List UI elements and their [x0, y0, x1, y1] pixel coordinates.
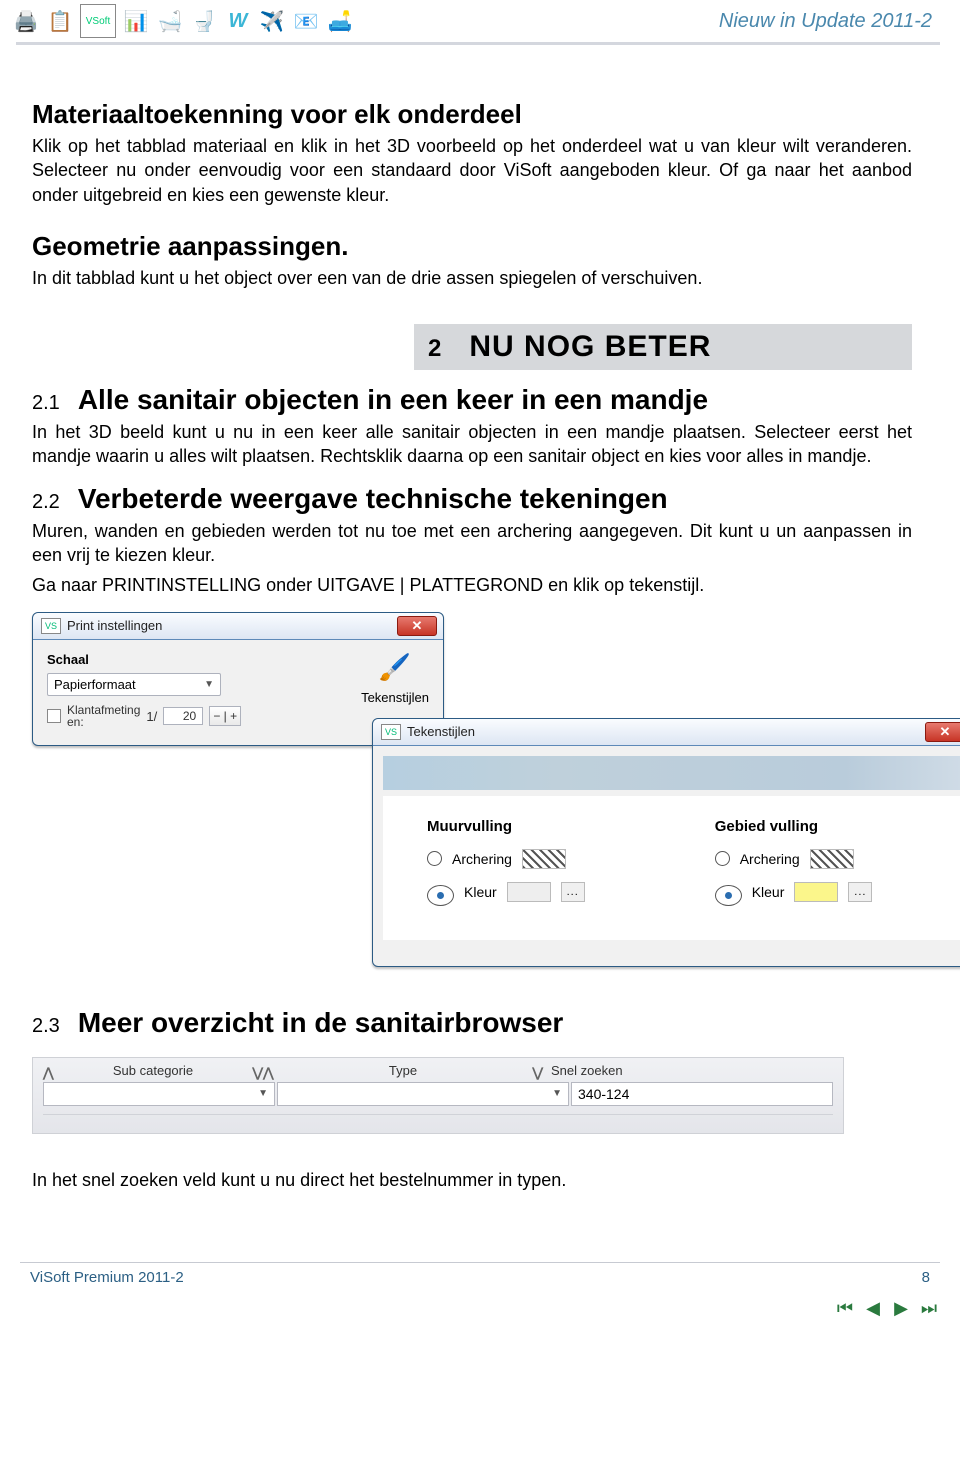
scale-stepper[interactable]: − | +	[209, 706, 241, 726]
nav-prev-icon[interactable]: ◀	[862, 1298, 884, 1318]
scale-value-input[interactable]: 20	[163, 707, 203, 725]
para-materiaal: Klik op het tabblad materiaal en klik in…	[32, 134, 912, 207]
checklist-icon: 📋	[46, 7, 74, 35]
chapter-title: NU NOG BETER	[469, 330, 711, 364]
heading-materiaal: Materiaaltoekenning voor elk onderdeel	[32, 99, 912, 130]
subsection-title: Verbeterde weergave technische tekeninge…	[78, 483, 668, 515]
para-geometrie: In dit tabblad kunt u het object over ee…	[32, 266, 912, 290]
type-select[interactable]: ▼	[277, 1082, 569, 1106]
lamp-icon: 🛋️	[326, 7, 354, 35]
snelzoeken-input[interactable]: 340-124	[571, 1082, 833, 1106]
hatch-swatch	[810, 849, 854, 869]
chevron-down-icon: ▼	[258, 1088, 268, 1099]
nav-first-icon[interactable]: ⏮	[834, 1298, 856, 1318]
close-button[interactable]: ✕	[397, 616, 437, 636]
mail-icon: 📧	[292, 7, 320, 35]
nav-next-icon[interactable]: ▶	[890, 1298, 912, 1318]
para-sub22a: Muren, wanden en gebieden werden tot nu …	[32, 519, 912, 568]
radio-label: Kleur	[464, 884, 497, 900]
footer-left: ViSoft Premium 2011-2	[30, 1269, 184, 1286]
decorative-panel	[383, 756, 960, 790]
footer-rule	[20, 1262, 940, 1263]
select-value: Papierformaat	[54, 677, 136, 692]
sort-desc-icon[interactable]: ⋁	[252, 1065, 263, 1081]
sort-asc-icon[interactable]: ⋀	[263, 1065, 274, 1081]
visoft-logo-icon: VSoft	[80, 4, 116, 38]
color-swatch-grey[interactable]	[507, 882, 551, 902]
hatch-swatch	[522, 849, 566, 869]
column-header-snelzoeken: Snel zoeken	[543, 1063, 833, 1078]
chart-icon: 📊	[122, 7, 150, 35]
dialog-title-bar: VS Print instellingen	[33, 613, 443, 640]
fraction-prefix: 1/	[146, 709, 157, 724]
brush-icon: 🖌️	[375, 652, 415, 684]
footer-page-number: 8	[922, 1269, 930, 1286]
column-header-subcategorie[interactable]: ⋀ Sub categorie ⋁	[43, 1063, 263, 1078]
color-picker-button[interactable]: ...	[848, 882, 872, 902]
printer-icon: 🖨️	[12, 7, 40, 35]
subcategorie-select[interactable]: ▼	[43, 1082, 275, 1106]
subsection-number: 2.3	[32, 1015, 60, 1038]
page-header-title: Nieuw in Update 2011-2	[719, 10, 932, 33]
sort-asc-icon[interactable]: ⋀	[43, 1065, 54, 1081]
close-button[interactable]: ✕	[925, 722, 960, 742]
color-picker-button[interactable]: ...	[561, 882, 585, 902]
sanitairbrowser-strip: ⋀ Sub categorie ⋁ ⋀ Type ⋁ Snel zoeken ▼…	[32, 1057, 844, 1134]
radio-label: Archering	[740, 851, 800, 867]
dialog-title-bar: VS Tekenstijlen	[373, 719, 960, 746]
nav-last-icon[interactable]: ⏭	[918, 1298, 940, 1318]
toilet-icon: 🚽	[190, 7, 218, 35]
color-swatch-yellow[interactable]	[794, 882, 838, 902]
tekenstijlen-label: Tekenstijlen	[361, 690, 429, 705]
chevron-down-icon: ▼	[204, 679, 214, 690]
label-klantafmeting: Klantafmetingen:	[67, 704, 140, 729]
radio-gebied-kleur[interactable]	[715, 885, 742, 906]
subsection-number: 2.1	[32, 392, 60, 415]
sort-desc-icon[interactable]: ⋁	[532, 1065, 543, 1081]
radio-label: Kleur	[752, 884, 785, 900]
send-icon: ✈️	[258, 7, 286, 35]
para-sub21: In het 3D beeld kunt u nu in een keer al…	[32, 420, 912, 469]
visoft-logo-icon: VS	[381, 724, 401, 740]
dialog-tekenstijlen: VS Tekenstijlen ✕ Muurvulling Archering	[372, 718, 960, 967]
column-header-type[interactable]: ⋀ Type ⋁	[263, 1063, 543, 1078]
dialog-title-text: Tekenstijlen	[407, 724, 475, 739]
radio-gebied-archering[interactable]	[715, 851, 730, 866]
wave-icon: W	[224, 7, 252, 35]
dialog-title-text: Print instellingen	[67, 618, 162, 633]
toolbar-icons: 🖨️ 📋 VSoft 📊 🛁 🚽 W ✈️ 📧 🛋️	[12, 4, 354, 38]
radio-label: Archering	[452, 851, 512, 867]
papierformaat-select[interactable]: Papierformaat ▼	[47, 673, 221, 696]
bathtub-icon: 🛁	[156, 7, 184, 35]
heading-geometrie: Geometrie aanpassingen.	[32, 231, 912, 262]
para-sub23: In het snel zoeken veld kunt u nu direct…	[32, 1168, 912, 1192]
radio-muur-kleur[interactable]	[427, 885, 454, 906]
para-sub22b: Ga naar PRINTINSTELLING onder UITGAVE | …	[32, 573, 912, 597]
chevron-down-icon: ▼	[552, 1088, 562, 1099]
chapter-number: 2	[428, 335, 441, 363]
radio-muur-archering[interactable]	[427, 851, 442, 866]
label-schaal: Schaal	[47, 652, 301, 667]
chapter-bar: 2 NU NOG BETER	[414, 324, 912, 370]
subsection-number: 2.2	[32, 491, 60, 514]
group-title-muurvulling: Muurvulling	[427, 818, 585, 835]
subsection-title: Alle sanitair objecten in een keer in ee…	[78, 384, 708, 416]
klantafmeting-checkbox[interactable]	[47, 709, 61, 723]
subsection-title: Meer overzicht in de sanitairbrowser	[78, 1007, 564, 1039]
visoft-logo-icon: VS	[41, 618, 61, 634]
browser-divider	[43, 1114, 833, 1123]
group-title-gebiedvulling: Gebied vulling	[715, 818, 873, 835]
